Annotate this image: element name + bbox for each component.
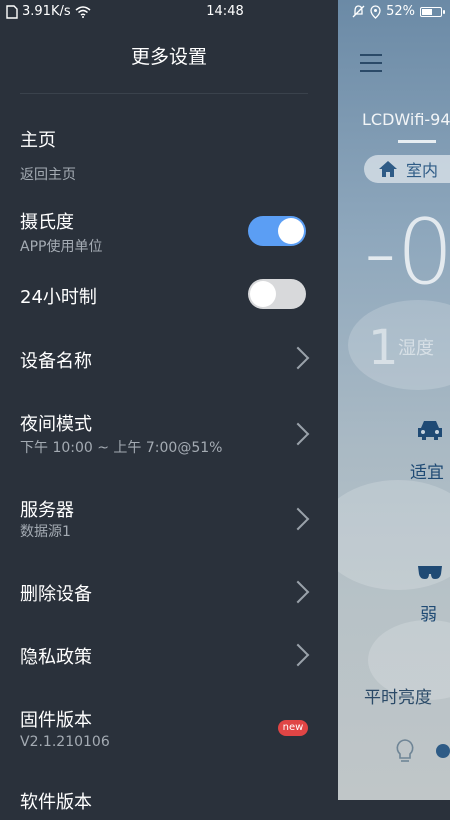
hour24-toggle[interactable] — [248, 279, 306, 309]
bulb-icon — [396, 739, 414, 762]
battery-icon — [420, 6, 445, 17]
humidity-label: 湿度 — [398, 338, 434, 359]
hour24-label: 24小时制 — [20, 287, 97, 308]
location-label: 室内 — [406, 161, 439, 180]
battery-percent: 52% — [386, 4, 415, 19]
slider-knob[interactable] — [436, 744, 450, 758]
privacy-label: 隐私政策 — [20, 647, 92, 668]
night-mode-item[interactable]: 夜间模式 下午 10:00 ~ 上午 7:00@51% — [0, 400, 338, 466]
device-name-text: LCDWifi-94 — [362, 110, 450, 129]
location-chip[interactable]: 室内 — [364, 155, 450, 183]
night-mode-sub: 下午 10:00 ~ 上午 7:00@51% — [20, 440, 223, 456]
delete-device-label: 删除设备 — [20, 584, 92, 605]
celsius-item: 摄氏度 APP使用单位 — [0, 200, 338, 264]
firmware-item[interactable]: 固件版本 V2.1.210106 new — [0, 696, 338, 762]
celsius-label: 摄氏度 — [20, 212, 74, 233]
celsius-toggle[interactable] — [248, 216, 306, 246]
device-name-label: 设备名称 — [20, 351, 92, 372]
firmware-label: 固件版本 — [20, 710, 92, 731]
night-mode-label: 夜间模式 — [20, 414, 92, 435]
delete-device-item[interactable]: 删除设备 — [0, 566, 338, 622]
chevron-right-icon — [286, 422, 310, 446]
status-bar: 3.91K/s 14:48 52% — [0, 0, 450, 24]
chevron-right-icon — [286, 346, 310, 370]
mute-icon — [352, 5, 365, 18]
menu-icon[interactable] — [360, 54, 382, 78]
temperature-small: 1 — [368, 320, 399, 376]
server-item[interactable]: 服务器 数据源1 — [0, 486, 338, 552]
location-icon — [370, 4, 381, 19]
chevron-right-icon — [286, 643, 310, 667]
firmware-sub: V2.1.210106 — [20, 734, 110, 750]
chevron-right-icon — [286, 507, 310, 531]
chevron-right-icon — [286, 580, 310, 604]
celsius-sub: APP使用单位 — [20, 239, 103, 255]
glasses-icon — [418, 566, 442, 579]
brightness-label: 平时亮度 — [364, 688, 432, 708]
fan-label: 弱 — [420, 605, 437, 625]
car-icon — [418, 421, 442, 440]
background-screen: LCDWifi-94 室内 -0 1 湿度 适宜 弱 平时亮度 — [338, 0, 450, 800]
title-divider — [20, 93, 308, 94]
home-icon — [379, 161, 397, 177]
drawer-title: 更多设置 — [130, 46, 207, 68]
settings-drawer: 更多设置 主页 返回主页 摄氏度 APP使用单位 24小时制 设备名称 夜间模式… — [0, 0, 338, 813]
home-item[interactable]: 主页 返回主页 — [0, 110, 338, 190]
home-sub: 返回主页 — [20, 167, 76, 183]
device-name-item[interactable]: 设备名称 — [0, 330, 338, 386]
hour24-item: 24小时制 — [0, 270, 338, 320]
temperature-big: -0 — [364, 200, 450, 305]
server-label: 服务器 — [20, 500, 74, 521]
comfort-label: 适宜 — [410, 463, 444, 483]
privacy-item[interactable]: 隐私政策 — [0, 630, 338, 686]
new-badge: new — [278, 720, 308, 736]
software-label: 软件版本 — [20, 792, 92, 813]
home-label: 主页 — [20, 130, 56, 151]
server-sub: 数据源1 — [20, 524, 71, 540]
software-item[interactable]: 软件版本 — [0, 780, 338, 820]
device-underline — [398, 140, 436, 143]
